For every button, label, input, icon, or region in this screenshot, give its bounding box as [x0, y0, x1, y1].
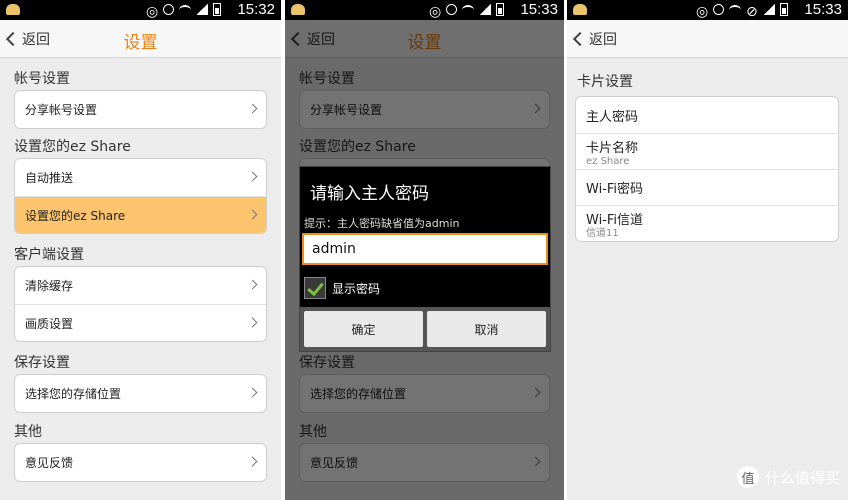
save-group: 选择您的存储位置	[14, 374, 267, 413]
chevron-right-icon	[247, 387, 258, 398]
row-feedback[interactable]: 意见反馈	[15, 444, 266, 481]
cancel-button[interactable]: 取消	[427, 311, 546, 347]
wifi-icon	[729, 4, 741, 15]
signal-icon	[196, 4, 208, 15]
signal-icon	[479, 4, 491, 15]
watermark-logo-icon: 值	[736, 466, 759, 488]
app-notification-icon	[6, 4, 20, 15]
row-label: 自动推送	[25, 171, 74, 185]
section-title-account: 帐号设置	[14, 71, 70, 87]
row-image-quality[interactable]: 画质设置	[15, 304, 266, 341]
blocked-icon: ⊘	[746, 4, 758, 20]
nav-bar: 返回 设置	[0, 20, 281, 58]
watermark-text: 什么值得买	[764, 468, 840, 487]
row-owner-password[interactable]: 主人密码	[576, 97, 838, 133]
alarm-icon	[446, 4, 457, 15]
alarm-icon	[163, 4, 174, 15]
wifi-icon	[179, 4, 191, 15]
row-auto-push[interactable]: 自动推送	[15, 159, 266, 196]
alarm-icon	[713, 4, 724, 15]
row-clear-cache[interactable]: 清除缓存	[15, 267, 266, 304]
nfc-icon: ◎	[429, 4, 442, 20]
row-label: 选择您的存储位置	[25, 387, 122, 401]
status-time: 15:33	[520, 1, 558, 18]
dialog-hint: 提示：主人密码缺省值为admin	[304, 217, 460, 230]
section-title-other: 其他	[14, 424, 42, 440]
section-title-save: 保存设置	[14, 355, 70, 371]
row-sublabel: 信道11	[586, 227, 619, 239]
client-group: 清除缓存 画质设置	[14, 266, 267, 342]
show-password-checkbox[interactable]	[304, 277, 326, 299]
section-title-card: 卡片设置	[577, 74, 633, 90]
battery-icon	[496, 3, 504, 16]
row-label: 分享帐号设置	[25, 103, 98, 117]
ok-button[interactable]: 确定	[304, 311, 423, 347]
status-time: 15:33	[804, 1, 842, 18]
status-bar: ◎ 15:32	[0, 0, 281, 20]
app-notification-icon	[573, 4, 587, 15]
chevron-right-icon	[247, 456, 258, 467]
row-ezshare-settings[interactable]: 设置您的ez Share	[15, 196, 266, 233]
dialog-buttons: 确定 取消	[300, 307, 550, 351]
row-wifi-channel[interactable]: Wi-Fi信道 信道11	[576, 205, 838, 241]
row-label: Wi-Fi密码	[586, 182, 644, 197]
section-title-client: 客户端设置	[14, 247, 84, 263]
row-card-name[interactable]: 卡片名称 ez Share	[576, 133, 838, 169]
password-input[interactable]: admin	[302, 233, 548, 265]
battery-icon	[780, 3, 788, 16]
other-group: 意见反馈	[14, 443, 267, 482]
section-title-ezshare: 设置您的ez Share	[14, 139, 131, 155]
battery-icon	[213, 3, 221, 16]
watermark: 值 什么值得买	[736, 466, 840, 488]
page-title: 设置	[123, 33, 158, 53]
row-wifi-password[interactable]: Wi-Fi密码	[576, 169, 838, 205]
nfc-icon: ◎	[696, 4, 709, 20]
row-label: 设置您的ez Share	[25, 208, 126, 223]
back-button[interactable]: 返回	[572, 29, 617, 49]
row-share-account[interactable]: 分享帐号设置	[15, 91, 266, 128]
back-chevron-icon	[572, 31, 588, 47]
show-password-label: 显示密码	[332, 282, 381, 296]
row-label: 主人密码	[586, 109, 639, 125]
row-label: 画质设置	[25, 316, 74, 331]
chevron-right-icon	[247, 279, 258, 290]
card-group: 主人密码 卡片名称 ez Share Wi-Fi密码 Wi-Fi信道 信道11	[575, 96, 839, 242]
row-label: 卡片名称	[586, 140, 639, 156]
signal-icon	[763, 4, 775, 15]
app-notification-icon	[291, 4, 305, 15]
nav-bar: 返回	[567, 20, 848, 58]
card-settings-screen: ◎ ⊘ 15:33 返回 卡片设置 主人密码 卡片名称 ez Share Wi-…	[567, 0, 848, 500]
status-time: 15:32	[237, 1, 275, 18]
settings-screen: ◎ 15:32 返回 设置 帐号设置 分享帐号设置 设置您的ez Share 自…	[0, 0, 281, 500]
row-label: 意见反馈	[25, 456, 74, 470]
chevron-right-icon	[247, 171, 258, 182]
ezshare-group: 自动推送 设置您的ez Share	[14, 158, 267, 234]
chevron-right-icon	[247, 317, 258, 328]
back-label: 返回	[589, 32, 617, 48]
dialog-title: 请输入主人密码	[310, 184, 429, 204]
account-group: 分享帐号设置	[14, 90, 267, 129]
password-dialog-screen: ◎ 15:33 返回 设置 帐号设置 分享帐号设置 设置您的ez Share 自…	[285, 0, 564, 500]
row-storage-location[interactable]: 选择您的存储位置	[15, 375, 266, 412]
nfc-icon: ◎	[146, 4, 159, 20]
screenshot-collage: ◎ 15:32 返回 设置 帐号设置 分享帐号设置 设置您的ez Share 自…	[0, 0, 848, 500]
status-bar: ◎ 15:33	[285, 0, 564, 20]
chevron-right-icon	[247, 209, 258, 220]
wifi-icon	[462, 4, 474, 15]
row-label: 清除缓存	[25, 279, 74, 293]
status-bar: ◎ ⊘ 15:33	[567, 0, 848, 20]
password-dialog: 请输入主人密码 提示：主人密码缺省值为admin admin 显示密码 确定 取…	[299, 166, 551, 352]
row-label: Wi-Fi信道	[586, 212, 644, 228]
chevron-right-icon	[247, 103, 258, 114]
row-sublabel: ez Share	[586, 155, 630, 167]
